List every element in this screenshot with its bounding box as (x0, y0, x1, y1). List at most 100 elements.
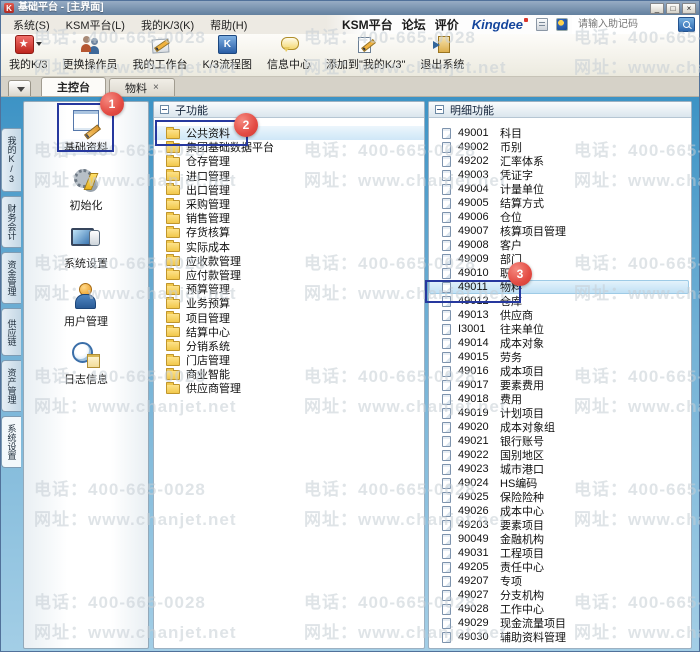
icon-panel-item[interactable]: 日志信息 (64, 341, 108, 387)
portal-link[interactable]: 论坛 (402, 16, 426, 33)
subfunction-folder-row[interactable]: 存货核算 (154, 225, 424, 239)
detail-function-row[interactable]: 49009 部门 (429, 252, 689, 266)
portal-link[interactable]: KSM平台 (342, 16, 393, 33)
detail-function-row[interactable]: 49018 费用 (429, 392, 689, 406)
toolbar-button[interactable]: 退出系统 (420, 35, 464, 72)
dropdown-caret-icon[interactable] (36, 42, 42, 46)
menu-item[interactable]: 我的K/3(K) (133, 15, 202, 35)
detail-function-row[interactable]: 49024 HS编码 (429, 476, 689, 490)
icon-panel-item[interactable]: 用户管理 (64, 283, 108, 329)
detail-function-row[interactable]: 49020 成本对象组 (429, 420, 689, 434)
detail-function-row[interactable]: 49008 客户 (429, 238, 689, 252)
subfunction-folder-row[interactable]: 结算中心 (154, 325, 424, 339)
detail-function-row[interactable]: 90049 金融机构 (429, 532, 689, 546)
minimize-button[interactable]: _ (650, 3, 664, 14)
detail-function-row[interactable]: 49007 核算项目管理 (429, 224, 689, 238)
detail-function-row[interactable]: 49003 凭证字 (429, 168, 689, 182)
menu-item[interactable]: KSM平台(L) (58, 15, 133, 35)
detail-function-row[interactable]: 49013 供应商 (429, 308, 689, 322)
detail-function-row[interactable]: 49022 国别地区 (429, 448, 689, 462)
subfunction-folder-row[interactable]: 门店管理 (154, 353, 424, 367)
icon-panel-item[interactable]: 系统设置 (64, 225, 108, 271)
tab-list-dropdown-button[interactable] (8, 80, 31, 96)
close-button[interactable]: × (682, 3, 696, 14)
toolbar-button[interactable]: K/3流程图 (203, 35, 253, 72)
toolbar-icon-row (81, 35, 100, 54)
sidebar-tab[interactable]: 我的K/3 (1, 128, 21, 192)
detail-function-row[interactable]: 49001 科目 (429, 126, 689, 140)
detail-function-row[interactable]: I3001 往来单位 (429, 322, 689, 336)
detail-function-row[interactable]: 49005 结算方式 (429, 196, 689, 210)
notepad-icon[interactable] (536, 18, 548, 31)
search-button[interactable] (678, 17, 695, 32)
toolbar-button[interactable]: 添加到"我的K/3" (326, 35, 405, 72)
menu-item[interactable]: 帮助(H) (202, 15, 255, 35)
subfunction-folder-row[interactable]: 分销系统 (154, 339, 424, 353)
detail-function-row[interactable]: 49004 计量单位 (429, 182, 689, 196)
toolbar-button[interactable]: 我的K/3 (9, 35, 48, 72)
sidebar-tab[interactable]: 财务会计 (1, 196, 21, 248)
subfunction-folder-row[interactable]: 预算管理 (154, 282, 424, 296)
detail-function-row[interactable]: 49023 城市港口 (429, 462, 689, 476)
detail-function-row[interactable]: 49025 保险险种 (429, 490, 689, 504)
detail-function-row[interactable]: 49021 银行账号 (429, 434, 689, 448)
subfunction-folder-row[interactable]: 项目管理 (154, 310, 424, 324)
folder-icon (166, 157, 180, 167)
subfunction-folder-row[interactable]: 销售管理 (154, 211, 424, 225)
page-icon (442, 212, 451, 223)
detail-function-row[interactable]: 49029 现金流量项目 (429, 616, 689, 630)
portal-link[interactable]: 评价 (435, 16, 459, 33)
detail-function-row[interactable]: 49202 汇率体系 (429, 154, 689, 168)
page-icon (442, 534, 451, 545)
detail-function-row[interactable]: 49028 工作中心 (429, 602, 689, 616)
toolbar-button-label: 我的工作台 (133, 56, 188, 72)
detail-function-row[interactable]: 49203 要素项目 (429, 518, 689, 532)
favorite-icon[interactable] (556, 18, 568, 31)
mnemonic-search-input[interactable] (578, 17, 674, 32)
subfunction-folder-row[interactable]: 应收款管理 (154, 254, 424, 268)
icon-panel-item[interactable]: 初始化 (70, 167, 103, 213)
maximize-button[interactable]: □ (666, 3, 680, 14)
subfunction-folder-row[interactable]: 供应商管理 (154, 381, 424, 395)
detail-function-row[interactable]: 49015 劳务 (429, 350, 689, 364)
detail-function-row[interactable]: 49014 成本对象 (429, 336, 689, 350)
subfunction-folder-row[interactable]: 进口管理 (154, 169, 424, 183)
menu-item[interactable]: 系统(S) (5, 15, 58, 35)
collapse-panel-icon[interactable] (160, 105, 169, 114)
subfunction-folder-row[interactable]: 仓存管理 (154, 154, 424, 168)
function-code: 49016 (458, 365, 500, 377)
collapse-panel-icon[interactable] (435, 105, 444, 114)
function-code: 49028 (458, 603, 500, 615)
toolbar-button[interactable]: 信息中心 (267, 35, 311, 72)
sidebar-tab[interactable]: 系统设置 (1, 416, 21, 468)
subfunction-folder-row[interactable]: 采购管理 (154, 197, 424, 211)
detail-function-row[interactable]: 49019 计划项目 (429, 406, 689, 420)
page-icon (442, 450, 451, 461)
detail-function-panel: 明细功能 49001 科目 49002 币别 49202 (428, 101, 692, 649)
subfunction-panel-header: 子功能 (154, 102, 424, 118)
subfunction-folder-row[interactable]: 实际成本 (154, 240, 424, 254)
detail-function-row[interactable]: 49027 分支机构 (429, 588, 689, 602)
subfunction-folder-row[interactable]: 应付款管理 (154, 268, 424, 282)
subfunction-folder-row[interactable]: 商业智能 (154, 367, 424, 381)
detail-function-row[interactable]: 49002 币别 (429, 140, 689, 154)
detail-function-row[interactable]: 49006 仓位 (429, 210, 689, 224)
toolbar-button[interactable]: 我的工作台 (133, 35, 188, 72)
detail-function-row[interactable]: 49207 专项 (429, 574, 689, 588)
detail-function-row[interactable]: 49017 要素费用 (429, 378, 689, 392)
detail-function-row[interactable]: 49031 工程项目 (429, 546, 689, 560)
sidebar-tab[interactable]: 供应链 (1, 308, 21, 356)
detail-function-row[interactable]: 49030 辅助资料管理 (429, 630, 689, 644)
sidebar-tab[interactable]: 资产管理 (1, 360, 21, 412)
sidebar-tab[interactable]: 资金管理 (1, 252, 21, 304)
tab-close-icon[interactable]: × (153, 83, 159, 93)
page-icon (442, 338, 451, 349)
tab[interactable]: 主控台 (41, 77, 106, 96)
toolbar-button[interactable]: 更换操作员 (63, 35, 118, 72)
detail-function-row[interactable]: 49010 职员 (429, 266, 689, 280)
detail-function-row[interactable]: 49205 责任中心 (429, 560, 689, 574)
detail-function-row[interactable]: 49026 成本中心 (429, 504, 689, 518)
detail-function-row[interactable]: 49016 成本项目 (429, 364, 689, 378)
subfunction-folder-row[interactable]: 出口管理 (154, 183, 424, 197)
subfunction-folder-row[interactable]: 业务预算 (154, 296, 424, 310)
